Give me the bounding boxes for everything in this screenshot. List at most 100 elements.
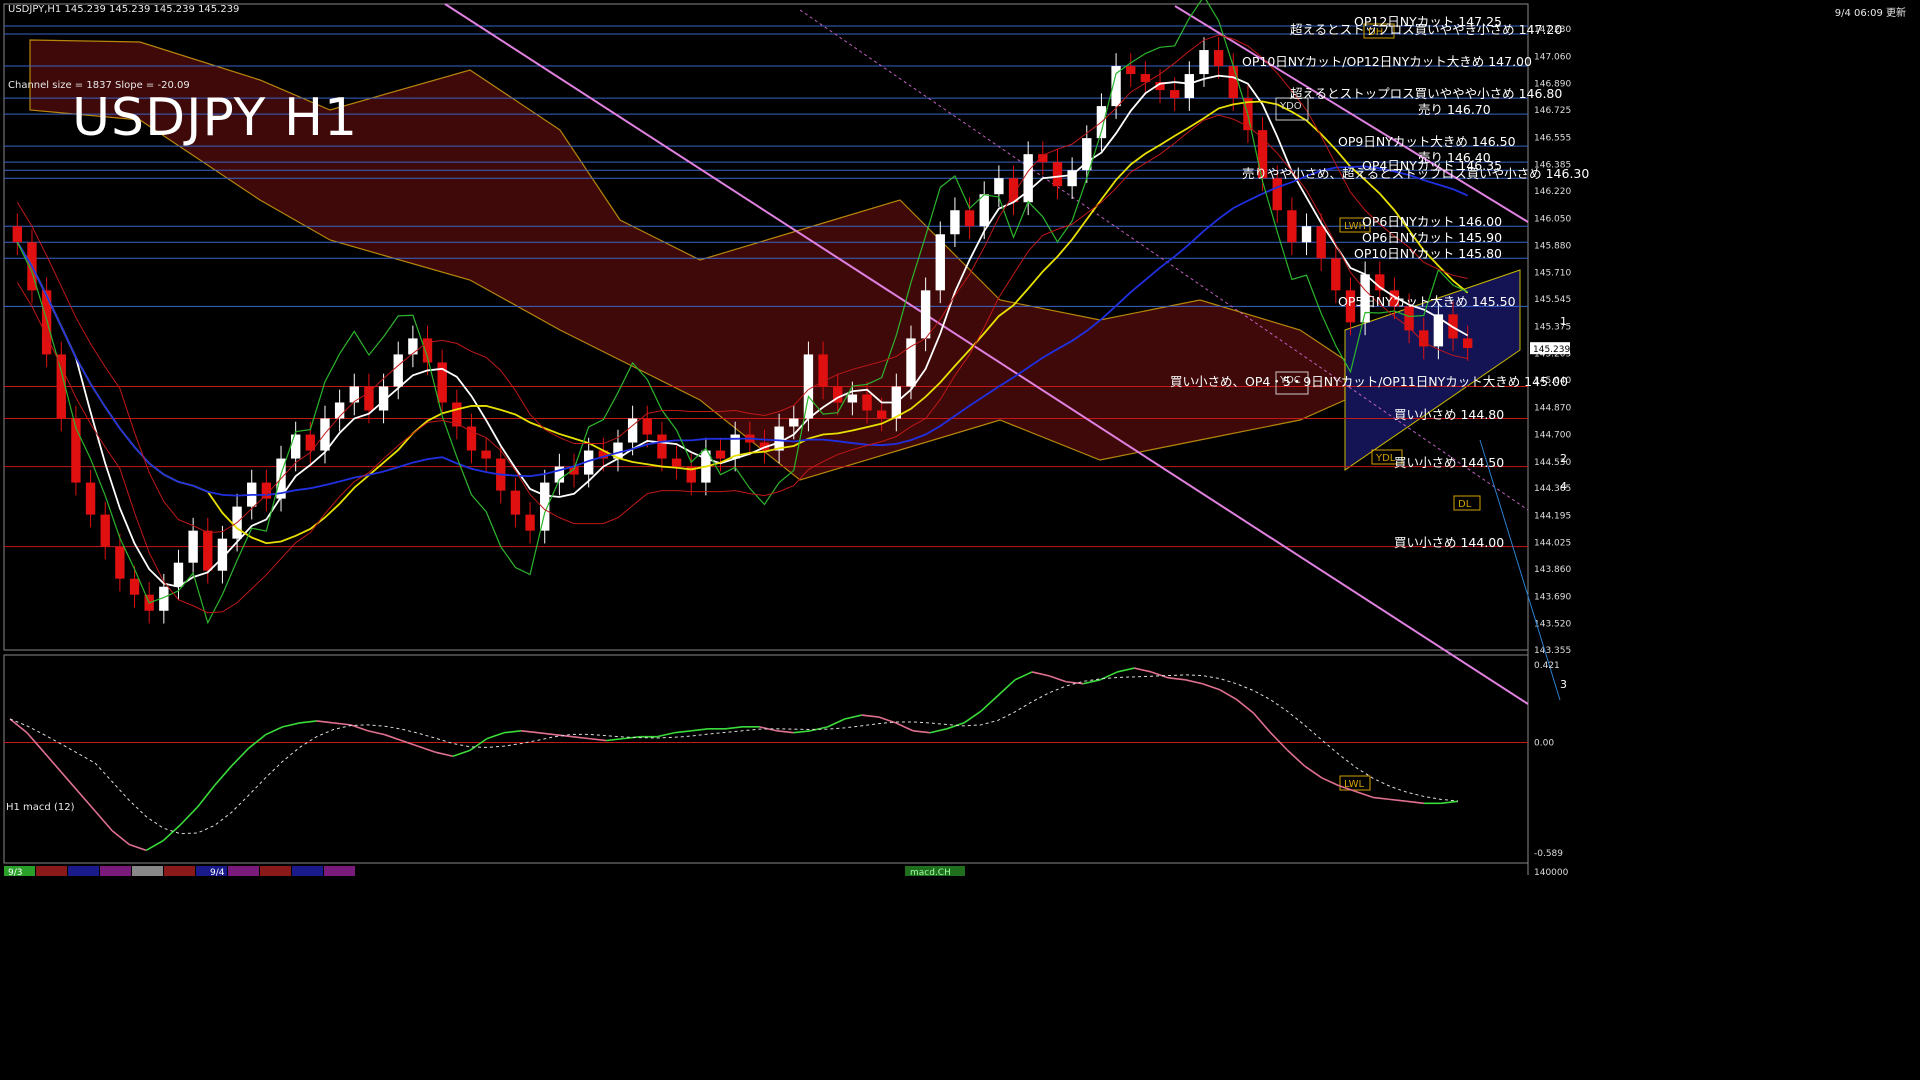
session-block	[292, 866, 323, 876]
candle-body	[642, 418, 652, 435]
price-tick-label: 146.725	[1534, 106, 1571, 116]
candle-body	[935, 234, 945, 291]
chart-title: USDJPY H1	[72, 88, 359, 148]
macd-segment	[299, 720, 317, 724]
candle-body	[1228, 66, 1238, 99]
price-tick-label: 145.710	[1534, 269, 1571, 279]
level-label-15: 買い小さめ 144.50	[1394, 454, 1505, 470]
macd-segment	[725, 726, 743, 730]
macd-panel-frame	[3, 654, 1529, 864]
macd-segment	[1168, 677, 1186, 681]
macd-segment	[895, 722, 914, 732]
candle-body	[657, 434, 667, 459]
macd-segment	[946, 722, 965, 730]
session-block	[36, 866, 67, 876]
macd-segment	[1014, 671, 1033, 681]
macd-scale-label-1: 0.00	[1534, 739, 1554, 749]
session-block	[260, 866, 291, 876]
macd-segment	[9, 718, 28, 734]
candle-body	[320, 418, 330, 451]
price-tick-label: 145.880	[1534, 241, 1571, 251]
candle-body	[12, 226, 23, 243]
projection-label-4: 4	[1560, 480, 1567, 493]
level-label-2: OP10日NYカット/OP12日NYカット大きめ 147.00	[1242, 54, 1532, 70]
price-tick-label: 143.690	[1534, 592, 1571, 602]
macd-segment	[213, 765, 233, 787]
macd-segment	[929, 728, 948, 734]
macd-segment	[452, 749, 471, 758]
candle-body	[349, 386, 359, 403]
macd-segment	[401, 739, 420, 748]
macd-segment	[469, 737, 488, 752]
macd-segment	[1321, 777, 1340, 787]
macd-segment	[1389, 798, 1407, 803]
macd-segment	[1185, 679, 1203, 685]
ydl-marker: YDL	[1375, 453, 1396, 464]
price-tick-label: 146.555	[1534, 133, 1571, 143]
candle-body	[950, 210, 960, 235]
candle-body	[364, 386, 374, 411]
price-chart: 147.230147.060146.890146.725146.555146.3…	[3, 0, 1571, 878]
candle-body	[188, 530, 198, 563]
candle-body	[920, 290, 931, 339]
macd-segment	[1304, 765, 1323, 779]
candle-body	[994, 178, 1004, 195]
macd-segment	[435, 751, 454, 758]
macd-segment	[674, 729, 692, 734]
candle-body	[1213, 50, 1224, 67]
macd-segment	[145, 839, 164, 852]
macd-segment	[316, 720, 334, 724]
level-label-11: OP10日NYカット 145.80	[1354, 246, 1502, 262]
price-tick-label: 144.195	[1534, 511, 1571, 521]
candle-body	[1316, 226, 1326, 259]
macd-segment	[333, 722, 351, 726]
candle-body	[173, 562, 184, 587]
candle-body	[671, 458, 682, 467]
macd-segment	[1406, 800, 1424, 805]
price-tick-label: 143.355	[1534, 646, 1571, 656]
candle-body	[979, 194, 989, 227]
candle-body	[481, 450, 491, 459]
macd-scale-label-2: -0.589	[1534, 849, 1563, 859]
macd-segment	[1372, 796, 1390, 801]
candle-body	[1272, 178, 1282, 211]
macd-segment	[1270, 732, 1289, 751]
candle-body	[1301, 226, 1312, 243]
macd-segment	[1048, 675, 1067, 683]
current-price-label: 145.239	[1533, 345, 1570, 355]
macd-segment	[657, 731, 675, 738]
macd-segment	[1440, 800, 1459, 805]
level-label-4: 売り 146.70	[1418, 102, 1491, 118]
macd-segment	[94, 810, 113, 832]
candle-body	[1331, 258, 1341, 291]
price-tick-label: 144.700	[1534, 431, 1571, 441]
ydo-marker: YDO	[1279, 101, 1302, 112]
candle-body	[100, 514, 110, 547]
date-label-1: 9/4	[210, 868, 225, 878]
macd-segment	[350, 724, 368, 732]
macd-segment	[776, 729, 794, 734]
macd-segment	[1202, 682, 1220, 691]
macd-segment	[759, 726, 777, 732]
candle-body	[1184, 74, 1195, 99]
macd-segment	[111, 830, 130, 846]
macd-segment	[282, 722, 300, 728]
macd-segment	[1117, 667, 1135, 673]
update-time: 9/4 06:09 更新	[1834, 8, 1906, 19]
macd-segment	[520, 729, 539, 734]
symbol-header: USDJPY,H1 145.239 145.239 145.239 145.23…	[8, 4, 240, 15]
macd-label: H1 macd (12)	[6, 802, 75, 813]
candle-body	[41, 290, 52, 355]
candle-body	[1199, 50, 1209, 75]
candle-body	[876, 410, 887, 419]
price-tick-label: 143.520	[1534, 620, 1571, 630]
macd-signal-line	[9, 674, 1459, 835]
candle-body	[847, 394, 858, 403]
macd-segment	[503, 729, 522, 734]
level-label-1: 超えるとストップロス買いややき小さめ 147.20	[1290, 22, 1563, 38]
macd-segment	[77, 791, 96, 812]
candle-body	[510, 490, 521, 515]
session-block	[68, 866, 99, 876]
macd-segment	[1355, 790, 1374, 799]
candle-body	[56, 354, 66, 419]
